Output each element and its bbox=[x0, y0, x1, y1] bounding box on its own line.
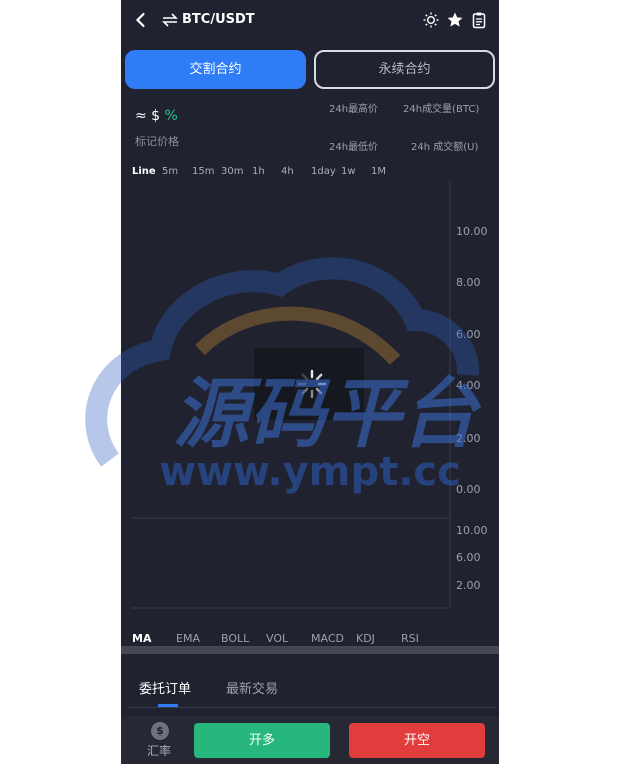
loading-overlay bbox=[254, 348, 364, 420]
indicator-ema[interactable]: EMA bbox=[176, 632, 200, 645]
chevron-left-icon[interactable] bbox=[131, 10, 151, 30]
exchange-rate-label[interactable]: 汇率 bbox=[147, 742, 171, 759]
y-axis-tick: 4.00 bbox=[456, 379, 481, 392]
y-axis-tick: 0.00 bbox=[456, 483, 481, 496]
y-axis-tick: 2.00 bbox=[456, 432, 481, 445]
mark-price-label: 标记价格 bbox=[135, 135, 179, 148]
price-change-percent: % bbox=[164, 108, 178, 124]
spinner-icon bbox=[297, 369, 327, 399]
open-short-button[interactable]: 开空 bbox=[349, 723, 485, 758]
y-axis-tick: 8.00 bbox=[456, 276, 481, 289]
price-value: ≈ $ % bbox=[135, 108, 178, 124]
period-30m[interactable]: 30m bbox=[221, 166, 243, 177]
period-1w[interactable]: 1w bbox=[341, 166, 356, 177]
swap-icon[interactable] bbox=[161, 10, 179, 30]
tab-perpetual-contract[interactable]: 永续合约 bbox=[314, 50, 495, 89]
sub-axis-tick: 6.00 bbox=[456, 551, 481, 564]
indicator-ma[interactable]: MA bbox=[132, 632, 151, 645]
indicator-vol[interactable]: VOL bbox=[266, 632, 288, 645]
pair-title[interactable]: BTC/USDT bbox=[182, 10, 255, 30]
period-15m[interactable]: 15m bbox=[192, 166, 214, 177]
period-4h[interactable]: 4h bbox=[281, 166, 294, 177]
header: BTC/USDT bbox=[121, 0, 499, 40]
indicator-rsi[interactable]: RSI bbox=[401, 632, 419, 645]
sub-axis-tick: 10.00 bbox=[456, 524, 488, 537]
indicator-boll[interactable]: BOLL bbox=[221, 632, 249, 645]
open-long-button[interactable]: 开多 bbox=[194, 723, 330, 758]
period-line[interactable]: Line bbox=[132, 166, 156, 177]
indicator-macd[interactable]: MACD bbox=[311, 632, 344, 645]
period-1day[interactable]: 1day bbox=[311, 166, 336, 177]
tab-latest-trades[interactable]: 最新交易 bbox=[226, 678, 278, 697]
trading-screen: BTC/USDT 交割合约 永续合约 ≈ $ % 标记价格 24h最高价 24h… bbox=[121, 0, 499, 764]
bottom-action-bar: $ 汇率 开多 开空 bbox=[121, 716, 499, 764]
price-approx: ≈ $ bbox=[135, 108, 161, 124]
stat-24h-turnover-label: 24h 成交额(U) bbox=[411, 142, 479, 153]
indicator-kdj[interactable]: KDJ bbox=[356, 632, 375, 645]
sub-axis-tick: 2.00 bbox=[456, 579, 481, 592]
tab-delivery-contract[interactable]: 交割合约 bbox=[125, 50, 306, 89]
section-divider bbox=[121, 646, 499, 654]
star-icon[interactable] bbox=[446, 11, 464, 29]
dollar-coin-icon[interactable]: $ bbox=[151, 722, 169, 740]
period-5m[interactable]: 5m bbox=[162, 166, 178, 177]
clipboard-icon[interactable] bbox=[470, 11, 488, 29]
period-1m[interactable]: 1M bbox=[371, 166, 386, 177]
y-axis-tick: 10.00 bbox=[456, 225, 488, 238]
stat-24h-low-label: 24h最低价 bbox=[329, 142, 379, 153]
sun-icon[interactable] bbox=[422, 11, 440, 29]
tab-divider bbox=[129, 707, 495, 708]
stat-24h-volume-label: 24h成交量(BTC) bbox=[403, 104, 480, 115]
stat-24h-high-label: 24h最高价 bbox=[329, 104, 379, 115]
tab-open-orders[interactable]: 委托订单 bbox=[139, 678, 191, 697]
period-1h[interactable]: 1h bbox=[252, 166, 265, 177]
y-axis-tick: 6.00 bbox=[456, 328, 481, 341]
